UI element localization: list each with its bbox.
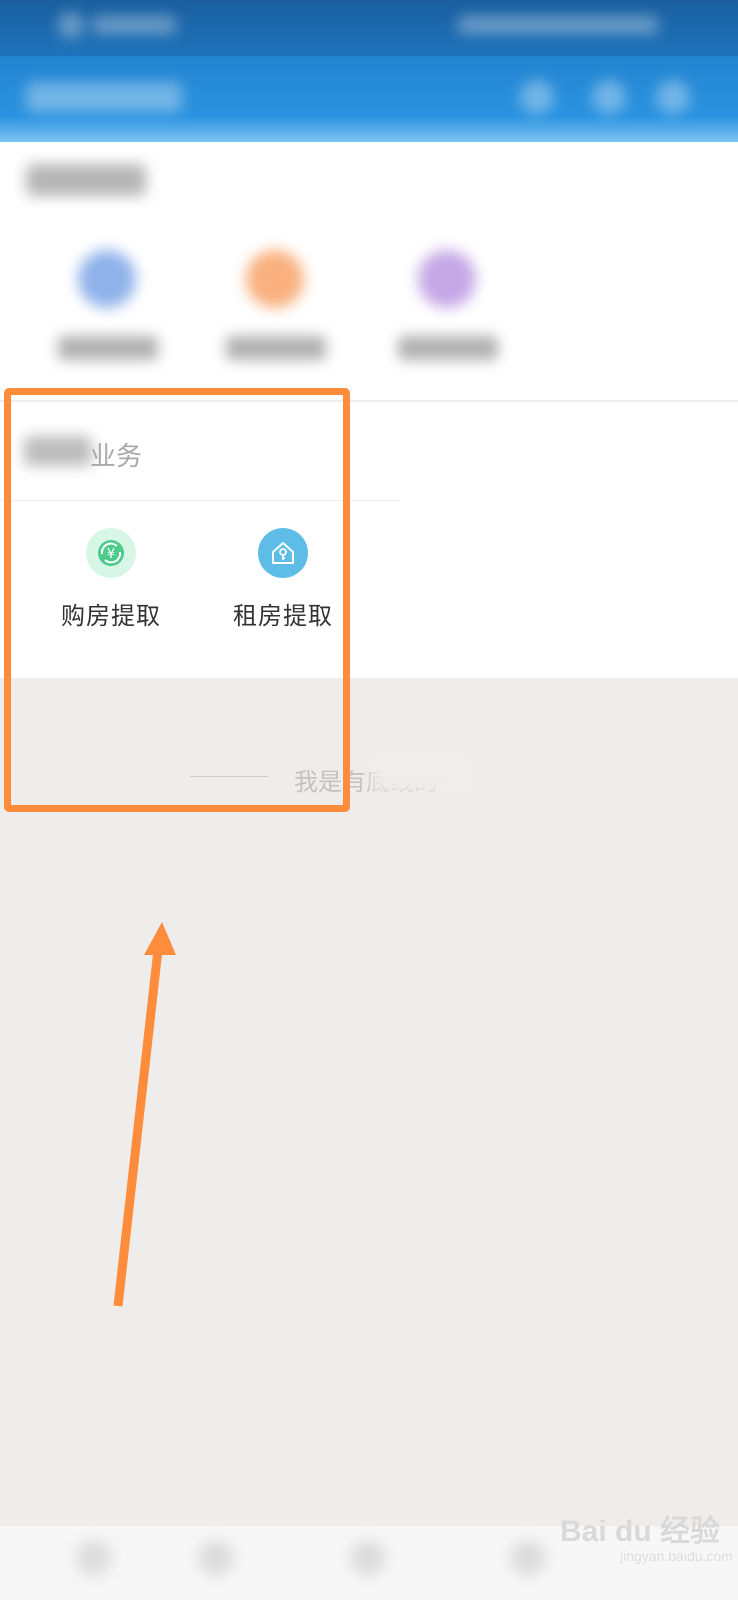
- annotation-arrow: [113, 922, 176, 1307]
